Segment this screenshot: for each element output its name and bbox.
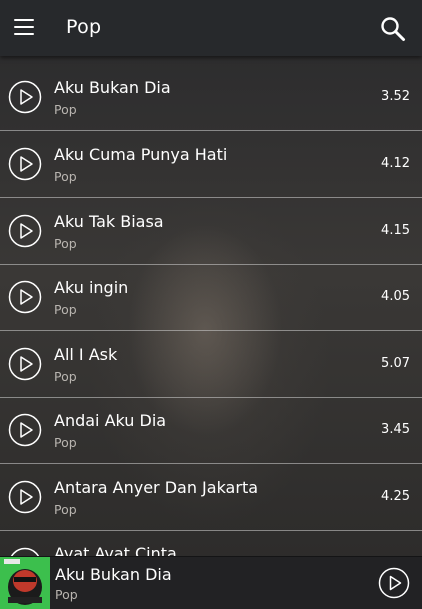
play-circle-icon[interactable] xyxy=(8,347,42,381)
song-row[interactable]: Aku Tak Biasa Pop 4.15 xyxy=(0,198,422,265)
song-genre: Pop xyxy=(54,169,77,184)
song-title: Aku Cuma Punya Hati xyxy=(54,145,228,164)
song-duration: 4.25 xyxy=(381,489,410,504)
song-genre: Pop xyxy=(54,435,77,450)
song-list: Aku Bukan Dia Pop 3.52 Aku Cuma Punya Ha… xyxy=(0,64,422,556)
song-genre: Pop xyxy=(54,369,77,384)
song-title: Andai Aku Dia xyxy=(54,411,167,430)
song-title: Ayat Ayat Cinta xyxy=(54,544,177,556)
song-genre: Pop xyxy=(54,302,77,317)
now-playing-genre: Pop xyxy=(55,587,78,602)
song-duration: 4.12 xyxy=(381,156,410,171)
song-genre: Pop xyxy=(54,502,77,517)
song-title: Aku ingin xyxy=(54,278,129,297)
song-duration: 3.52 xyxy=(381,89,410,104)
song-row[interactable]: Aku Cuma Punya Hati Pop 4.12 xyxy=(0,131,422,198)
song-row[interactable]: Ayat Ayat Cinta xyxy=(0,531,422,556)
play-circle-icon[interactable] xyxy=(8,147,42,181)
song-row[interactable]: Andai Aku Dia Pop 3.45 xyxy=(0,397,422,464)
song-row[interactable]: Antara Anyer Dan Jakarta Pop 4.25 xyxy=(0,464,422,531)
song-title: Antara Anyer Dan Jakarta xyxy=(54,478,259,497)
song-genre: Pop xyxy=(54,102,77,117)
song-title: All I Ask xyxy=(54,345,118,364)
song-title: Aku Bukan Dia xyxy=(54,78,171,97)
search-icon[interactable] xyxy=(380,16,406,42)
song-duration: 4.05 xyxy=(381,289,410,304)
album-art xyxy=(0,557,50,609)
app-bar: Pop xyxy=(0,0,422,56)
now-playing-title: Aku Bukan Dia xyxy=(55,565,172,584)
song-duration: 4.15 xyxy=(381,223,410,238)
song-title: Aku Tak Biasa xyxy=(54,212,164,231)
play-circle-icon[interactable] xyxy=(8,480,42,514)
play-circle-icon[interactable] xyxy=(378,567,410,599)
song-genre: Pop xyxy=(54,236,77,251)
page-title: Pop xyxy=(66,16,102,38)
song-row[interactable]: Aku ingin Pop 4.05 xyxy=(0,264,422,331)
song-row[interactable]: Aku Bukan Dia Pop 3.52 xyxy=(0,64,422,131)
song-duration: 3.45 xyxy=(381,422,410,437)
play-circle-icon[interactable] xyxy=(8,80,42,114)
album-art-image xyxy=(0,557,50,609)
hamburger-menu-icon[interactable] xyxy=(14,19,34,35)
play-circle-icon[interactable] xyxy=(8,214,42,248)
play-circle-icon[interactable] xyxy=(8,280,42,314)
play-circle-icon[interactable] xyxy=(8,413,42,447)
song-row[interactable]: All I Ask Pop 5.07 xyxy=(0,331,422,398)
play-circle-icon[interactable] xyxy=(8,547,42,556)
song-duration: 5.07 xyxy=(381,356,410,371)
now-playing-bar[interactable]: Aku Bukan Dia Pop xyxy=(0,556,422,609)
